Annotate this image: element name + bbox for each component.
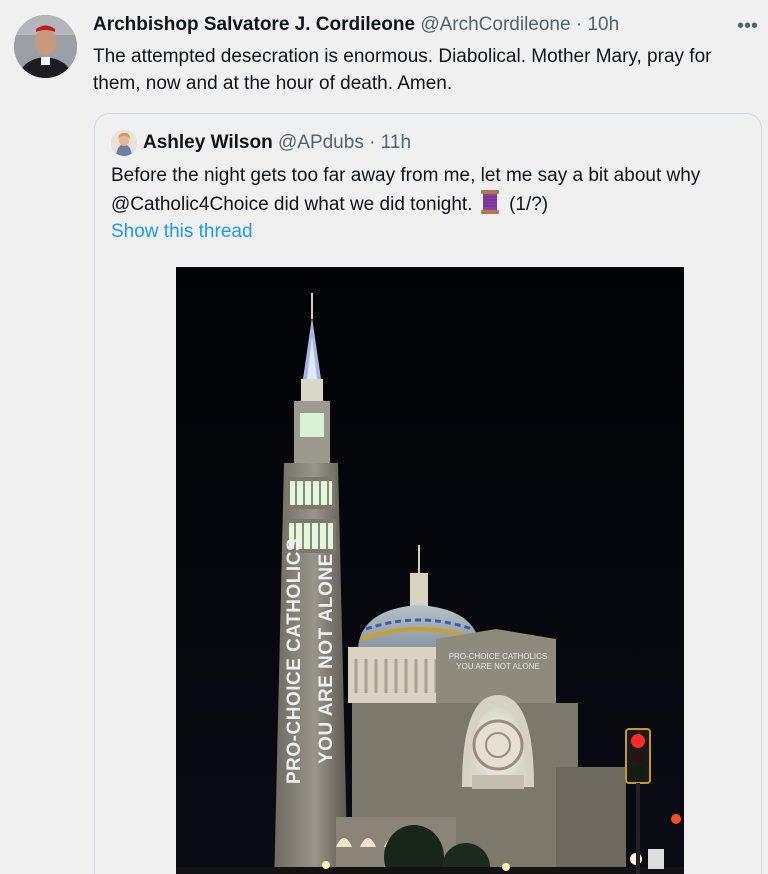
separator-dot: · xyxy=(575,14,583,35)
spool-of-thread-icon xyxy=(480,190,500,223)
tweet-header: Archbishop Salvatore J. Cordileone @Arch… xyxy=(93,14,619,36)
more-options-icon[interactable]: ••• xyxy=(737,15,758,38)
show-thread-link[interactable]: Show this thread xyxy=(111,221,253,243)
quoted-tweet[interactable]: Ashley Wilson @APdubs · 11h Before the n… xyxy=(94,113,762,874)
quoted-text-main: Before the night gets too far away from … xyxy=(111,165,701,215)
quoted-tweet-timestamp[interactable]: 11h xyxy=(381,132,411,153)
quoted-tweet-header: Ashley Wilson @APdubs · 11h xyxy=(143,132,411,154)
quoted-author-handle[interactable]: @APdubs xyxy=(278,132,364,153)
author-handle[interactable]: @ArchCordileone xyxy=(420,14,570,35)
tower-projection-line2: YOU ARE NOT ALONE xyxy=(316,553,337,764)
quoted-author-avatar[interactable] xyxy=(111,130,137,156)
quoted-tweet-photo[interactable]: PRO-CHOICE CATHOLICS YOU ARE NOT ALONE P… xyxy=(176,267,684,874)
facade-projection-line1: PRO-CHOICE CATHOLICS xyxy=(449,652,548,661)
author-avatar[interactable] xyxy=(14,15,77,78)
tweet[interactable]: Archbishop Salvatore J. Cordileone @Arch… xyxy=(0,0,768,874)
tweet-timestamp[interactable]: 10h xyxy=(587,14,619,35)
tweet-text: The attempted desecration is enormous. D… xyxy=(93,46,712,94)
tower-projection-line1: PRO-CHOICE CATHOLICS xyxy=(284,538,305,784)
quoted-tweet-text: Before the night gets too far away from … xyxy=(111,161,751,223)
author-name[interactable]: Archbishop Salvatore J. Cordileone xyxy=(93,14,415,35)
facade-projection-line2: YOU ARE NOT ALONE xyxy=(456,662,539,671)
quoted-text-counter: (1/?) xyxy=(509,194,549,215)
separator-dot: · xyxy=(369,132,376,153)
quoted-author-name[interactable]: Ashley Wilson xyxy=(143,132,273,153)
